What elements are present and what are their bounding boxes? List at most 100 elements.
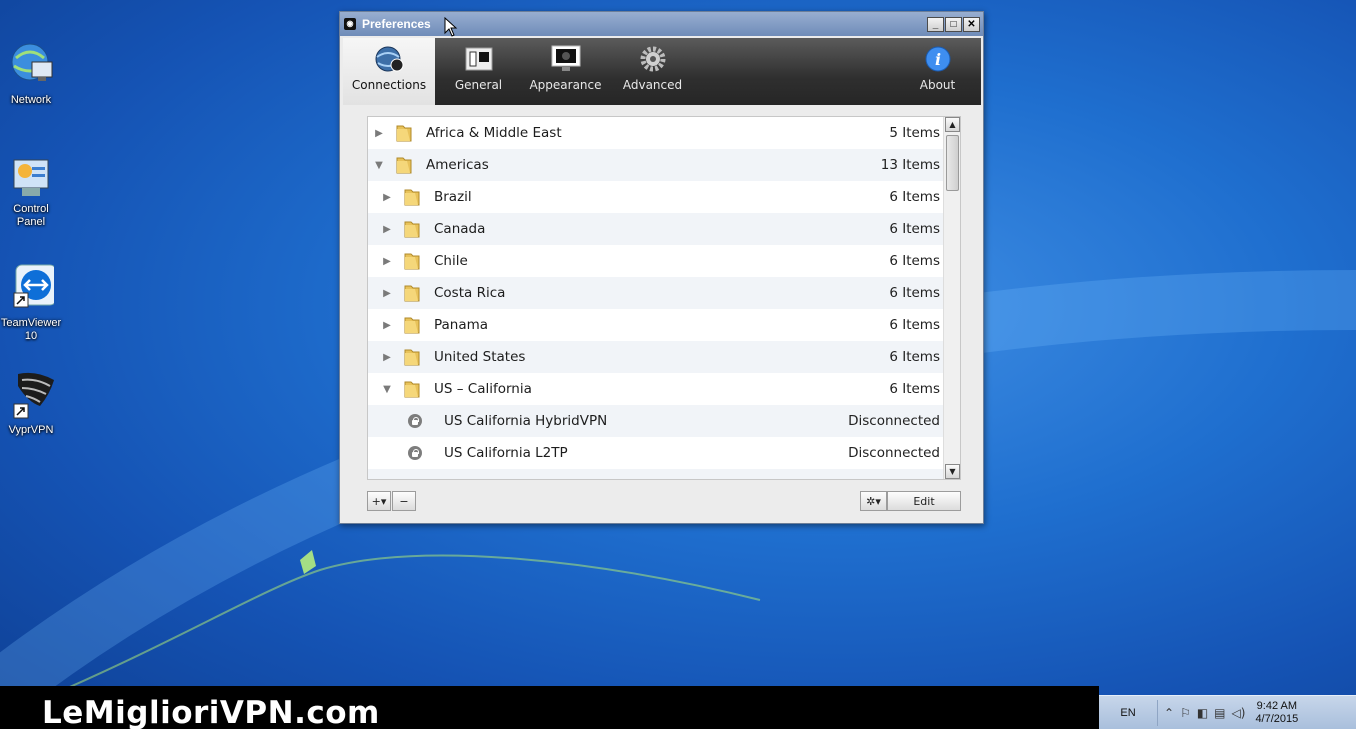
language-indicator[interactable]: EN xyxy=(1099,707,1157,719)
maximize-button[interactable]: □ xyxy=(945,16,962,32)
vyprvpn-icon xyxy=(13,372,54,419)
list-scrollbar[interactable]: ▲ ▼ xyxy=(943,117,960,479)
close-button[interactable]: ✕ xyxy=(963,16,980,32)
tab-connections[interactable]: Connections xyxy=(343,38,435,105)
folder-row[interactable]: ▶ Costa Rica 6 Items xyxy=(368,277,944,309)
disclosure-collapsed-icon[interactable]: ▶ xyxy=(380,320,394,331)
desktop-icon-label: Network xyxy=(10,94,52,106)
desktop-icon-network[interactable]: Network xyxy=(0,40,62,107)
lock-icon xyxy=(408,414,422,428)
row-name: Panama xyxy=(434,317,489,333)
tab-label: General xyxy=(454,78,503,92)
folder-row[interactable]: ▼ US – California 6 Items xyxy=(368,373,944,405)
folder-row[interactable]: ▼ Americas 13 Items xyxy=(368,149,944,181)
network-tray-icon[interactable]: ▤ xyxy=(1214,706,1225,720)
tab-advanced[interactable]: Advanced xyxy=(609,38,696,105)
action-center-flag-icon[interactable]: ⚐ xyxy=(1180,706,1191,720)
vyprvpn-small-icon: ◉ xyxy=(344,18,356,30)
row-name: US California HybridVPN xyxy=(444,413,608,429)
row-name: United States xyxy=(434,349,526,365)
clock-time: 9:42 AM xyxy=(1256,699,1298,712)
info-icon: i xyxy=(922,44,954,74)
item-count: 6 Items xyxy=(889,349,940,365)
clock-date: 4/7/2015 xyxy=(1255,712,1299,725)
tab-label: About xyxy=(919,78,956,92)
disclosure-collapsed-icon[interactable]: ▶ xyxy=(380,352,394,363)
server-row[interactable]: US California L2TP Disconnected xyxy=(368,437,944,469)
gear-icon xyxy=(637,44,669,74)
remove-connection-button[interactable]: − xyxy=(392,491,416,511)
disclosure-collapsed-icon[interactable]: ▶ xyxy=(380,192,394,203)
row-name: Chile xyxy=(434,253,468,269)
row-name: US California L2TP xyxy=(444,445,568,461)
desktop-icon-vyprvpn[interactable]: VyprVPN xyxy=(0,368,62,437)
folder-row[interactable]: ▶ Panama 6 Items xyxy=(368,309,944,341)
add-connection-button[interactable]: +▾ xyxy=(367,491,391,511)
desktop-icon-label: VyprVPN xyxy=(8,424,54,436)
connection-status: Disconnected xyxy=(848,445,940,461)
mouse-cursor-icon xyxy=(444,17,458,37)
desktop-icon-control-panel[interactable]: Control Panel xyxy=(0,157,62,229)
folder-row[interactable]: ▶ Canada 6 Items xyxy=(368,213,944,245)
folder-icon xyxy=(404,349,420,366)
show-hidden-icons-icon[interactable]: ⌃ xyxy=(1164,706,1174,720)
disclosure-collapsed-icon[interactable]: ▶ xyxy=(380,224,394,235)
general-switch-icon xyxy=(463,44,495,74)
volume-icon[interactable]: ◁) xyxy=(1232,706,1246,720)
clock[interactable]: 9:42 AM 4/7/2015 xyxy=(1255,700,1298,726)
monitor-appearance-icon xyxy=(550,44,582,74)
disclosure-collapsed-icon[interactable]: ▶ xyxy=(380,288,394,299)
taskbar-tray: EN ⌃ ⚐ ◧ ▤ ◁) 9:42 AM 4/7/2015 xyxy=(1099,695,1356,729)
item-count: 5 Items xyxy=(889,125,940,141)
control-panel-icon xyxy=(13,159,49,196)
item-count: 13 Items xyxy=(880,157,940,173)
desktop-icon-label: TeamViewer 10 xyxy=(0,317,62,342)
tab-appearance[interactable]: Appearance xyxy=(522,38,609,105)
folder-icon xyxy=(404,381,420,398)
item-count: 6 Items xyxy=(889,221,940,237)
row-name: US – California xyxy=(434,381,532,397)
network-icon xyxy=(11,43,53,81)
folder-row[interactable]: ▶ Africa & Middle East 5 Items xyxy=(368,117,944,149)
server-row[interactable] xyxy=(368,469,944,479)
tab-label: Advanced xyxy=(622,78,683,92)
folder-icon xyxy=(396,157,412,174)
minimize-button[interactable]: _ xyxy=(927,16,944,32)
scroll-thumb[interactable] xyxy=(946,135,959,191)
preferences-window: ◉ Preferences _ □ ✕ Connections General … xyxy=(339,11,984,524)
folder-icon xyxy=(404,285,420,302)
folder-row[interactable]: ▶ United States 6 Items xyxy=(368,341,944,373)
row-name: Canada xyxy=(434,221,486,237)
svg-text:i: i xyxy=(934,50,940,69)
folder-row[interactable]: ▶ Chile 6 Items xyxy=(368,245,944,277)
desktop-icon-teamviewer[interactable]: TeamViewer 10 xyxy=(0,263,62,343)
scroll-up-button[interactable]: ▲ xyxy=(945,117,960,132)
vpn-tray-icon[interactable]: ◧ xyxy=(1197,706,1208,720)
item-count: 6 Items xyxy=(889,189,940,205)
server-row[interactable]: US California HybridVPN Disconnected xyxy=(368,405,944,437)
teamviewer-icon xyxy=(13,264,54,308)
row-name: Brazil xyxy=(434,189,472,205)
item-count: 6 Items xyxy=(889,285,940,301)
folder-icon xyxy=(404,221,420,238)
folder-icon xyxy=(404,317,420,334)
disclosure-expanded-icon[interactable]: ▼ xyxy=(372,160,386,171)
window-title: Preferences xyxy=(362,17,431,31)
tab-label: Appearance xyxy=(529,78,602,92)
gear-menu-button[interactable]: ✲▾ xyxy=(860,491,887,511)
row-name: Africa & Middle East xyxy=(426,125,562,141)
disclosure-collapsed-icon[interactable]: ▶ xyxy=(372,128,386,139)
item-count: 6 Items xyxy=(889,381,940,397)
tab-about[interactable]: i About xyxy=(894,38,981,105)
window-titlebar[interactable]: ◉ Preferences _ □ ✕ xyxy=(340,12,983,36)
row-name: Americas xyxy=(426,157,489,173)
disclosure-expanded-icon[interactable]: ▼ xyxy=(380,384,394,395)
connections-list[interactable]: ▶ Africa & Middle East 5 Items ▼ Americas 13 … xyxy=(367,116,961,480)
desktop-icon-label: Control Panel xyxy=(13,203,49,228)
scroll-down-button[interactable]: ▼ xyxy=(945,464,960,479)
folder-row[interactable]: ▶ Brazil 6 Items xyxy=(368,181,944,213)
folder-icon xyxy=(404,253,420,270)
tab-general[interactable]: General xyxy=(435,38,522,105)
disclosure-collapsed-icon[interactable]: ▶ xyxy=(380,256,394,267)
edit-button[interactable]: Edit xyxy=(887,491,961,511)
